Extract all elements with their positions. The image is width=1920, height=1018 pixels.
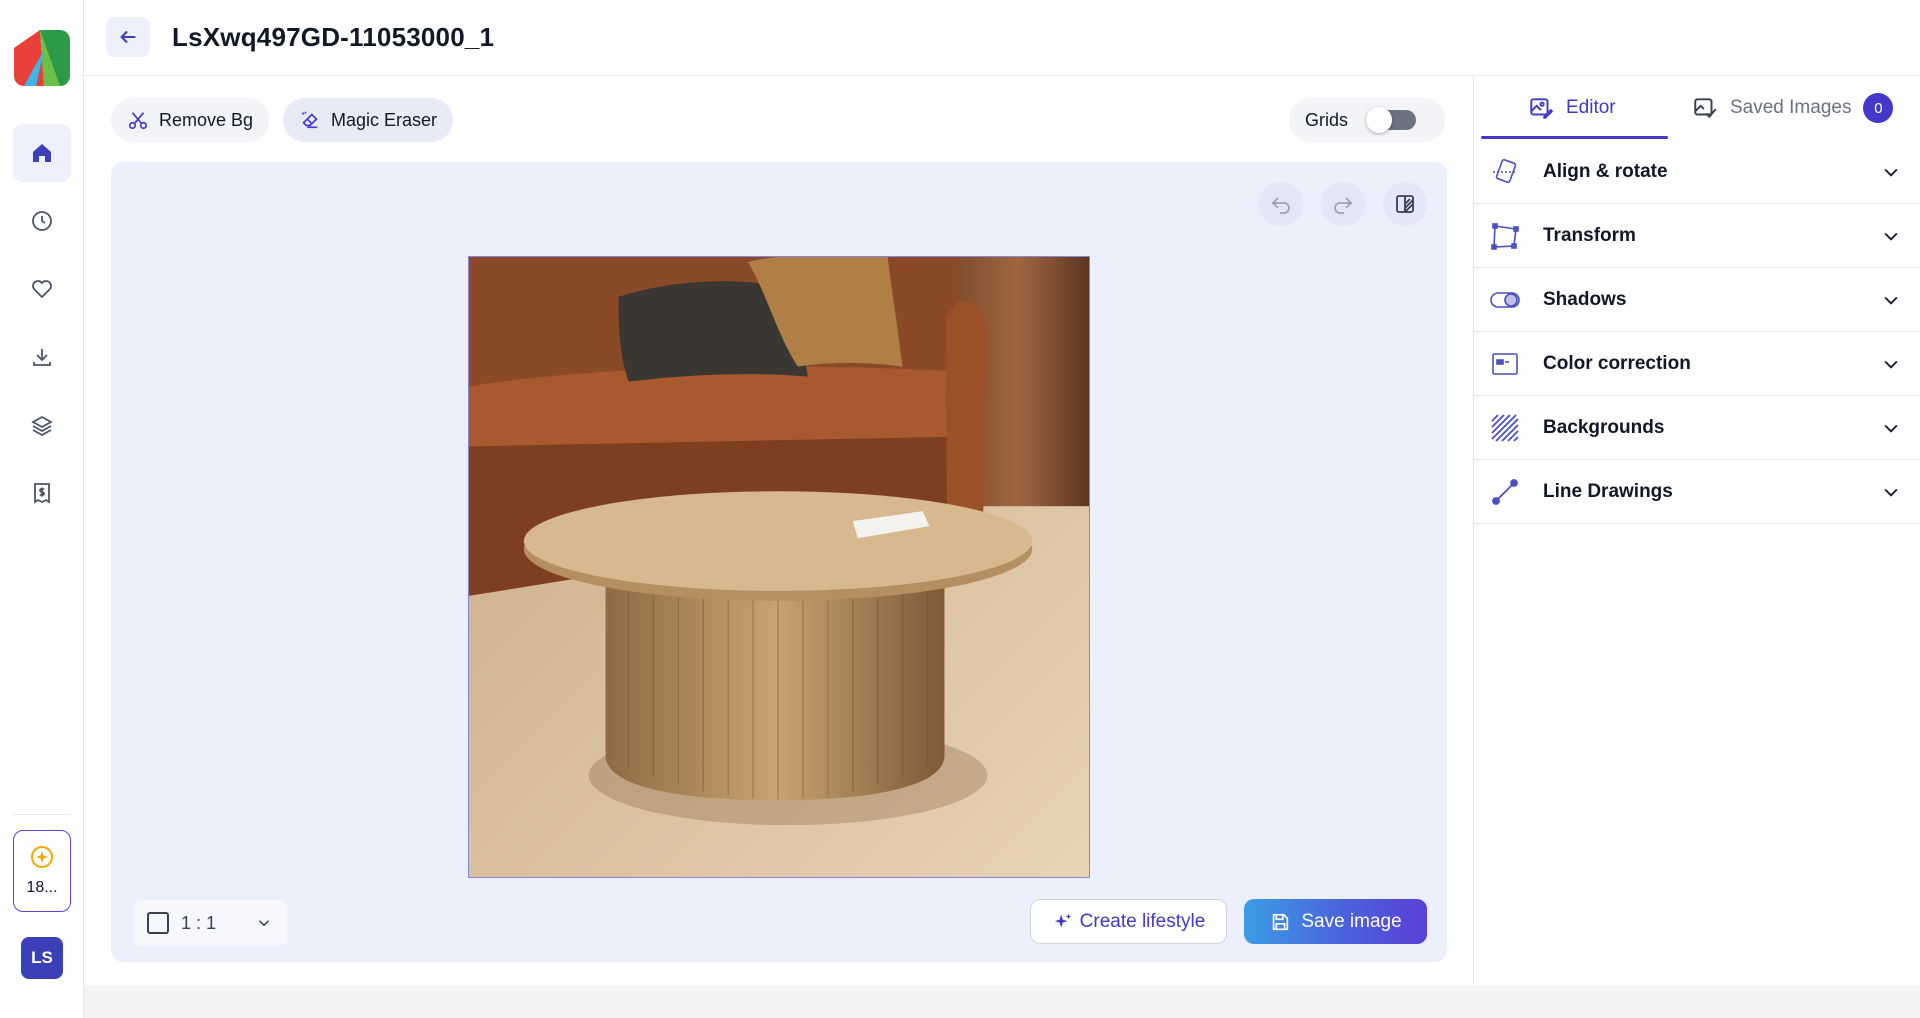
grids-label: Grids [1305,109,1349,130]
backgrounds-icon [1491,413,1519,442]
undo-icon [1271,197,1290,214]
tab-editor[interactable]: Editor [1528,76,1616,140]
top-header: LsXwq497GD-11053000_1 [84,0,1920,76]
sparkle-coin-icon [31,846,53,868]
tab-editor-label: Editor [1566,97,1616,118]
aspect-ratio-select[interactable]: 1 : 1 [133,900,287,946]
user-avatar[interactable]: LS [21,937,63,979]
redo-icon [1334,197,1353,214]
square-ratio-icon [147,912,169,934]
chevron-down-icon [1884,360,1898,369]
product-image[interactable] [468,256,1090,878]
compare-icon [1396,195,1414,213]
compare-button[interactable] [1383,182,1427,226]
nav-home[interactable] [13,124,71,182]
magic-eraser-button[interactable]: Magic Eraser [283,98,454,142]
grids-toggle[interactable] [1366,107,1417,133]
section-line-drawings[interactable]: Line Drawings [1474,460,1920,524]
section-transform[interactable]: Transform [1474,204,1920,268]
section-label: Line Drawings [1543,480,1673,502]
aspect-ratio-value: 1 : 1 [181,912,217,933]
chevron-down-icon [1884,168,1898,177]
chevron-down-icon [258,920,270,927]
nav-favorites[interactable] [13,260,71,318]
magic-eraser-label: Magic Eraser [331,109,438,130]
editor-canvas: 1 : 1 Create lifestyle Save image [111,162,1447,962]
section-label: Transform [1543,224,1636,246]
color-correction-icon [1492,352,1518,375]
credits-count: 18... [26,879,58,896]
undo-button[interactable] [1259,182,1303,226]
nav-billing[interactable] [13,464,71,522]
transform-icon [1491,222,1519,250]
back-button[interactable] [106,17,150,57]
nav-layers[interactable] [13,396,71,454]
align-rotate-icon [1493,158,1517,183]
arrow-left-icon [120,30,136,44]
save-image-label: Save image [1301,910,1402,932]
left-rail: 18... LS [0,0,84,1018]
create-lifestyle-button[interactable]: Create lifestyle [1030,899,1227,944]
section-align-rotate[interactable]: Align & rotate [1474,140,1920,204]
download-icon [33,349,51,366]
shadows-icon [1490,291,1520,308]
chevron-down-icon [1884,296,1898,305]
chevron-down-icon [1884,424,1898,433]
chevron-down-icon [1884,488,1898,497]
create-lifestyle-label: Create lifestyle [1079,910,1206,932]
scissors-icon [128,112,148,130]
section-color-correction[interactable]: Color correction [1474,332,1920,396]
chevron-down-icon [1884,232,1898,241]
active-tab-indicator [1481,136,1668,139]
grids-control: Grids [1289,98,1445,142]
tab-saved-images[interactable]: Saved Images 0 [1692,76,1894,140]
receipt-dollar-icon [34,483,50,504]
section-label: Align & rotate [1543,160,1668,182]
section-label: Shadows [1543,288,1627,310]
credits-card[interactable]: 18... [13,830,71,912]
section-backgrounds[interactable]: Backgrounds [1474,396,1920,460]
save-icon [1273,913,1289,930]
sparkles-icon [1054,913,1071,927]
tab-saved-images-label: Saved Images [1730,97,1852,118]
save-image-button[interactable]: Save image [1244,899,1427,944]
image-edit-icon [1530,98,1554,119]
nav-downloads[interactable] [13,328,71,386]
page-title: LsXwq497GD-11053000_1 [172,22,495,52]
layers-icon [31,415,53,437]
app-logo[interactable] [14,30,70,86]
remove-bg-label: Remove Bg [159,109,254,130]
panel-tabs: Editor Saved Images 0 [1474,76,1920,140]
eraser-icon [301,111,318,129]
clock-icon [32,211,52,231]
section-label: Color correction [1543,352,1691,374]
section-label: Backgrounds [1543,416,1665,438]
home-icon [33,144,51,162]
nav-history[interactable] [13,192,71,250]
saved-images-count-badge: 0 [1863,93,1894,123]
heart-icon [32,280,52,299]
footer-strip [84,985,1920,1018]
rail-divider [13,814,71,815]
editor-side-panel: Editor Saved Images 0 Align & rotate Tra… [1473,76,1920,985]
redo-button[interactable] [1321,182,1365,226]
section-shadows[interactable]: Shadows [1474,268,1920,332]
remove-bg-button[interactable]: Remove Bg [111,98,270,142]
line-drawings-icon [1492,478,1518,505]
image-check-icon [1694,98,1717,119]
